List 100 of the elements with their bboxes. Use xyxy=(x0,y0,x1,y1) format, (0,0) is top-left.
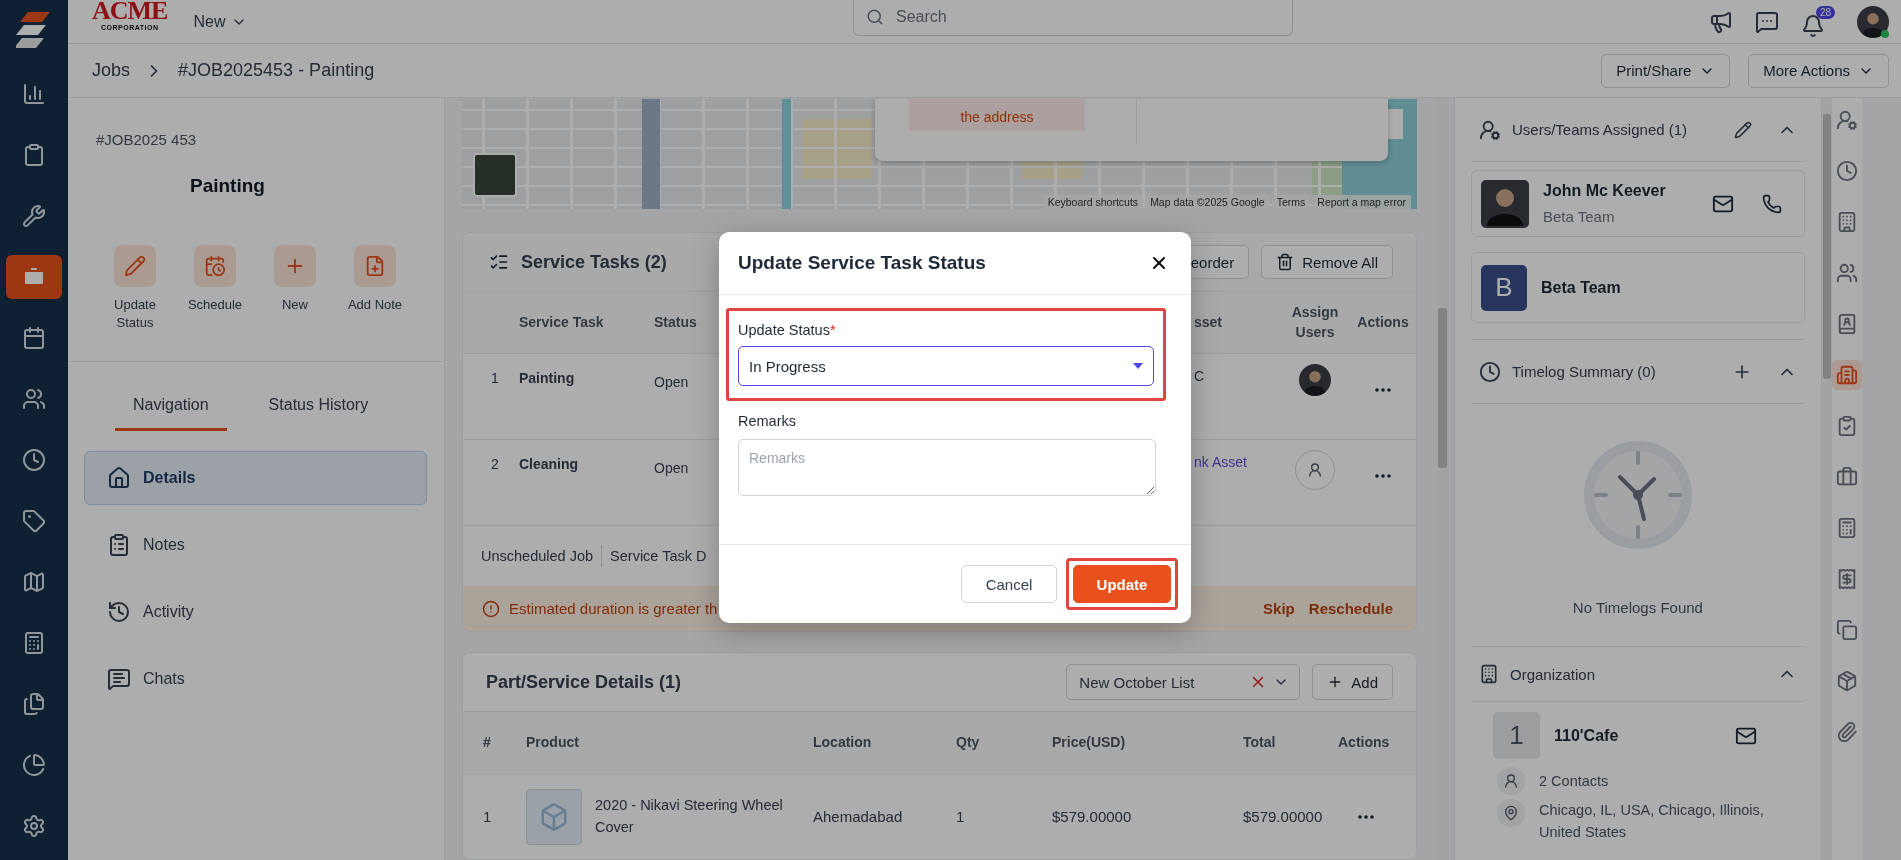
section-title: Organization xyxy=(1510,665,1597,683)
address-error-text: the address xyxy=(909,99,1085,131)
status-select[interactable]: In Progress xyxy=(738,346,1154,386)
building-icon xyxy=(1836,364,1858,386)
row-number: 1 xyxy=(483,808,492,825)
user-avatar xyxy=(1481,179,1529,228)
update-button[interactable]: Update xyxy=(1073,565,1171,603)
tab[interactable]: Status History xyxy=(250,396,387,432)
member-name: John Mc Keever xyxy=(1543,182,1667,200)
quick-action[interactable]: Add Note xyxy=(335,245,415,332)
asset-link[interactable]: nk Asset xyxy=(1190,440,1247,470)
nav-item[interactable]: Activity xyxy=(84,585,427,640)
chart-icon xyxy=(22,82,46,106)
dialog-title: Update Service Task Status xyxy=(738,252,987,274)
add-button[interactable]: Add xyxy=(1312,664,1393,700)
dropdown-button[interactable]: Print/Share xyxy=(1601,53,1731,88)
notification-badge: 28 xyxy=(1815,5,1835,19)
member-team: Beta Team xyxy=(1543,208,1616,225)
history-icon xyxy=(107,600,131,625)
column-header: Service Task xyxy=(519,312,605,332)
task-name: Painting xyxy=(519,369,575,386)
tag-icon xyxy=(22,509,46,533)
user-avatar xyxy=(1857,5,1889,38)
column-header: Actions xyxy=(1338,733,1391,753)
nav-item[interactable]: Chats xyxy=(84,652,427,707)
receipt-icon xyxy=(1836,568,1858,590)
calendar-icon xyxy=(22,326,46,350)
location-icon xyxy=(1497,799,1525,827)
calculator-icon xyxy=(1836,517,1858,539)
warning-link[interactable]: Reschedule xyxy=(1308,600,1393,617)
asset-text: C xyxy=(1193,367,1205,384)
search-field[interactable]: Search xyxy=(853,0,1293,36)
quick-action[interactable]: New xyxy=(255,245,335,332)
announcements-button[interactable] xyxy=(1709,9,1733,34)
row-number: 1 xyxy=(490,369,499,386)
member-name: Beta Team xyxy=(1541,278,1621,297)
quick-action[interactable]: Update Status xyxy=(95,245,175,332)
clock-icon xyxy=(22,448,46,472)
breadcrumb-link[interactable]: Jobs xyxy=(92,60,131,81)
side-rail-button[interactable] xyxy=(1832,360,1862,390)
app-logo xyxy=(16,10,52,50)
footer-label: Service Task D xyxy=(610,548,707,564)
address-text: Chicago, IL, USA, Chicago, Illinois, United States xyxy=(1539,801,1765,843)
price-list-select[interactable]: New October List xyxy=(1066,664,1301,700)
nav-item[interactable]: Notes xyxy=(84,518,427,573)
alert-icon xyxy=(482,599,500,618)
pie-chart-icon xyxy=(22,753,46,777)
field-label: Update Status* xyxy=(738,322,837,338)
chat-icon xyxy=(107,667,131,692)
megaphone-icon xyxy=(1709,9,1733,34)
column-header: Total xyxy=(1243,733,1277,753)
files-icon xyxy=(22,692,46,716)
field-label: Remarks xyxy=(738,413,797,429)
cancel-button[interactable]: Cancel xyxy=(961,565,1057,603)
remarks-field[interactable]: Remarks xyxy=(738,439,1156,496)
job-title: Painting xyxy=(189,174,266,197)
clipboard-icon xyxy=(22,143,46,167)
notifications-button[interactable]: 28 xyxy=(1801,5,1835,38)
messages-button[interactable] xyxy=(1755,9,1779,34)
user-icon xyxy=(1479,118,1501,141)
search-input[interactable]: Search xyxy=(894,7,1254,27)
checklist-icon xyxy=(489,252,509,272)
new-menu[interactable]: New xyxy=(193,12,248,31)
trash-icon xyxy=(1276,253,1295,271)
column-header: sset xyxy=(1193,312,1224,332)
warning-link[interactable]: Skip xyxy=(1263,600,1295,617)
briefcase-icon xyxy=(1836,466,1858,488)
phone-icon xyxy=(1761,193,1782,214)
organization-initial: 1 xyxy=(1493,712,1540,759)
contact-book-icon xyxy=(1836,313,1858,335)
nav-item[interactable]: Details xyxy=(84,451,427,506)
calculator-icon xyxy=(22,631,46,655)
quick-action[interactable]: Schedule xyxy=(175,245,255,332)
cube-icon xyxy=(539,801,569,832)
paperclip-icon xyxy=(1836,721,1858,743)
warning-text: Estimated duration is greater th xyxy=(509,600,718,617)
contacts-icon xyxy=(1497,767,1525,795)
task-status: Open xyxy=(654,459,689,476)
building-icon xyxy=(1836,211,1858,233)
dropdown-button[interactable]: More Actions xyxy=(1748,53,1889,88)
map-attribution-link[interactable]: Keyboard shortcuts xyxy=(1042,195,1144,209)
copy-icon xyxy=(1836,619,1858,641)
map-attribution-link[interactable]: Terms xyxy=(1271,195,1311,209)
map-attribution-link[interactable]: Report a map error xyxy=(1312,195,1411,209)
building-icon xyxy=(1479,664,1499,684)
more-icon xyxy=(1375,388,1391,392)
clipboard-icon xyxy=(107,533,131,558)
rail-button[interactable] xyxy=(6,255,62,299)
search-icon xyxy=(866,8,884,26)
task-name: Cleaning xyxy=(519,455,579,472)
users-icon xyxy=(1836,262,1858,284)
brand-name: ACME xyxy=(92,0,168,24)
clock-icon xyxy=(1836,160,1858,182)
tab[interactable]: Navigation xyxy=(115,396,227,432)
remove-all-button[interactable]: Remove All xyxy=(1261,245,1393,279)
table-cell: $579.00000 xyxy=(1052,808,1132,825)
map-attribution-link[interactable]: Map data ©2025 Google xyxy=(1145,195,1270,209)
contacts-count: 2 Contacts xyxy=(1539,771,1609,791)
pencil-icon xyxy=(124,255,146,277)
user-icon xyxy=(1836,109,1858,131)
